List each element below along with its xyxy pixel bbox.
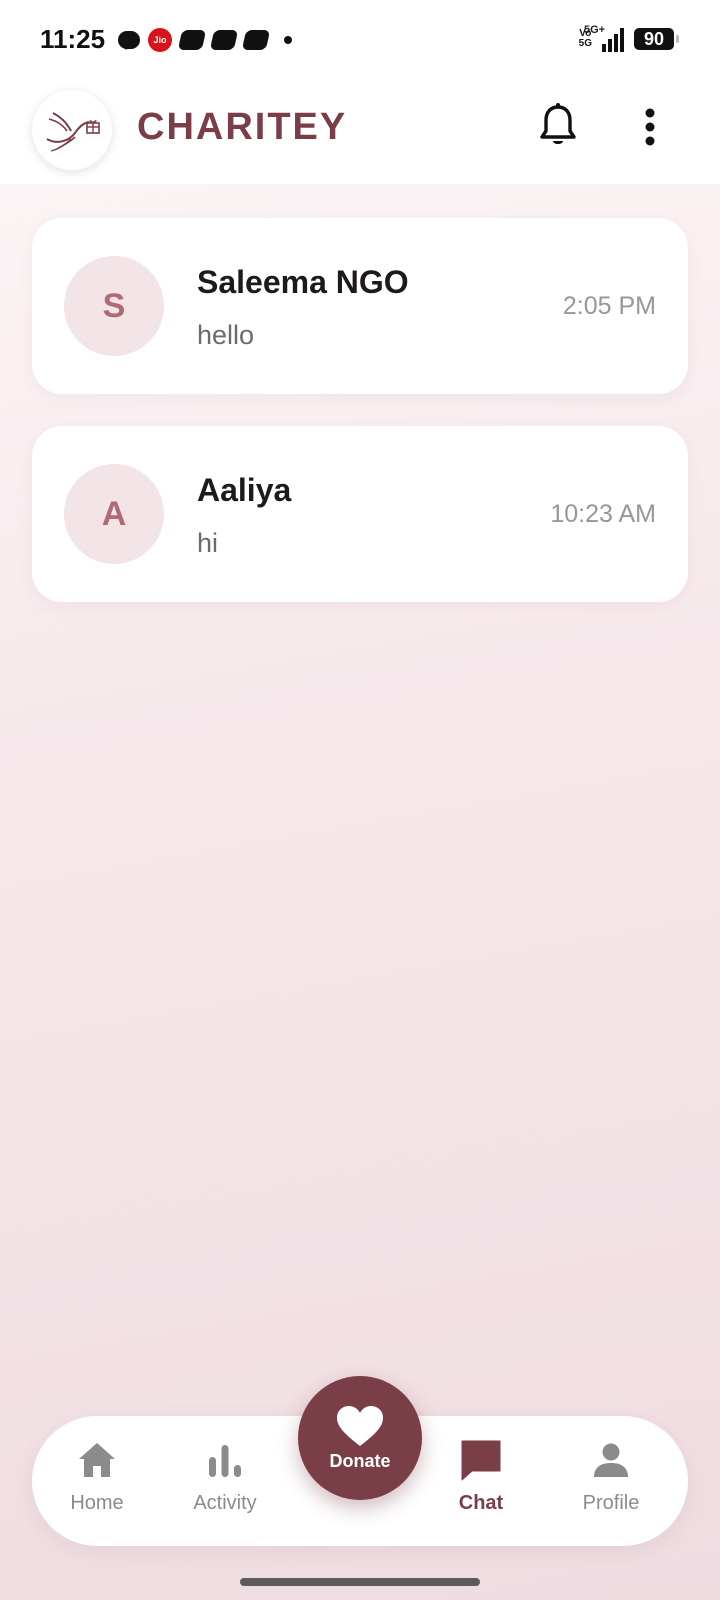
battery-icon: 90 (634, 28, 679, 50)
chat-name: Saleema NGO (197, 264, 409, 300)
avatar: A (64, 464, 164, 564)
jio-icon: Jio (148, 28, 172, 52)
signal-icon: 5G+ (584, 24, 624, 52)
chat-icon (461, 1440, 501, 1481)
signal-bar (614, 34, 618, 52)
chat-time: 10:23 AM (550, 500, 656, 528)
chat-list-item[interactable]: A Aaliya hi 10:23 AM (32, 426, 688, 602)
network-type: 5G+ (584, 24, 606, 36)
system-icons: Vo 5G 5G+ 90 (579, 24, 679, 52)
avatar: S (64, 256, 164, 356)
status-time: 11:25 (40, 24, 106, 54)
nav-item-chat[interactable]: Chat (426, 1438, 536, 1528)
app-notification-icon (177, 30, 207, 50)
nav-label: Profile (582, 1492, 640, 1514)
app-bar: CHARITEY (0, 80, 720, 184)
heart-icon (337, 1405, 383, 1446)
donate-button[interactable]: Donate (298, 1376, 422, 1500)
chat-preview: hello (197, 320, 255, 350)
chat-name: Aaliya (197, 472, 292, 508)
app-title: CHARITEY (137, 106, 348, 148)
avatar-initial: S (102, 286, 126, 325)
signal-bar (620, 28, 624, 52)
battery-level: 90 (643, 28, 665, 49)
nav-item-profile[interactable]: Profile (556, 1438, 666, 1528)
chat-time: 2:05 PM (562, 292, 656, 320)
message-notification-icon (118, 31, 140, 50)
notifications-button[interactable] (534, 100, 582, 152)
nav-label: Activity (193, 1492, 257, 1514)
nav-item-activity[interactable]: Activity (170, 1438, 280, 1528)
dove-gift-logo-icon (32, 90, 112, 170)
nav-label: Chat (458, 1492, 504, 1514)
more-notifications-dot-icon (284, 36, 292, 44)
donate-label: Donate (329, 1450, 391, 1471)
chat-list-item[interactable]: S Saleema NGO hello 2:05 PM (32, 218, 688, 394)
app-notification-icon (209, 30, 239, 50)
home-icon (79, 1443, 115, 1477)
signal-bar (608, 39, 612, 52)
status-bar: 11:25 Jio Vo 5G 5G+ 90 (0, 0, 720, 80)
signal-bar (602, 44, 606, 52)
bar-chart-icon (209, 1445, 241, 1477)
chat-preview: hi (197, 528, 219, 558)
bell-icon (540, 103, 576, 144)
nav-item-home[interactable]: Home (42, 1438, 152, 1528)
home-indicator[interactable] (240, 1578, 480, 1586)
more-vertical-icon (645, 108, 655, 146)
more-options-button[interactable] (630, 102, 670, 152)
person-icon (594, 1443, 628, 1477)
avatar-initial: A (101, 494, 127, 533)
app-notification-icon (241, 30, 271, 50)
notification-icons: Jio (118, 28, 292, 52)
nav-label: Home (70, 1492, 124, 1514)
